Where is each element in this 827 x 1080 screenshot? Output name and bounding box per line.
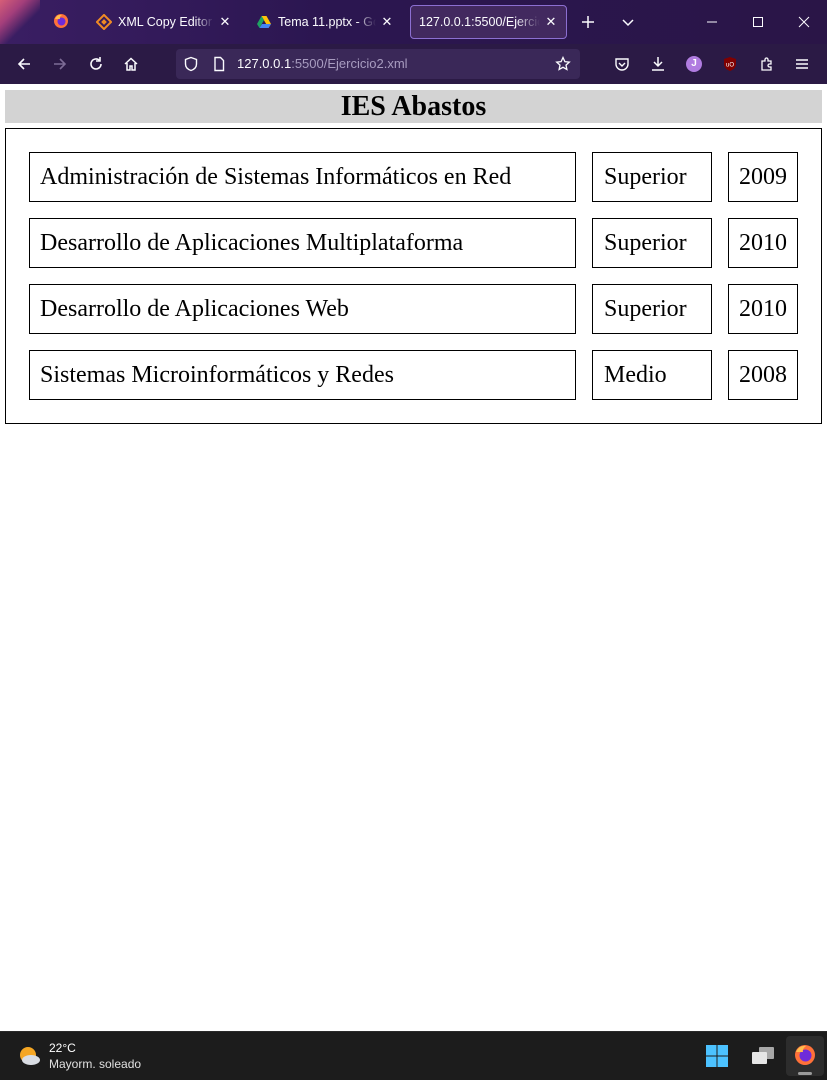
close-window-button[interactable] [788,8,820,36]
arrow-left-icon [17,58,30,70]
cycle-level-cell: Medio [592,350,712,400]
tab-google-drive[interactable]: Tema 11.pptx - Goo ✕ [248,5,402,39]
tab-bar: XML Copy Editor de ✕ Tema 11.pptx - Goo … [0,0,827,44]
home-icon [124,57,138,71]
cycle-name-cell: Administración de Sistemas Informáticos … [29,152,576,202]
close-icon[interactable]: ✕ [380,14,394,30]
tracking-protection-shield-icon[interactable] [179,52,203,76]
pinned-tab-firefox[interactable] [46,5,76,39]
extensions-button[interactable] [755,52,779,76]
star-icon [555,56,571,71]
firefox-icon [795,1045,815,1065]
home-button[interactable] [119,52,143,76]
windows-taskbar: 22°C Mayorm. soleado [0,1031,827,1080]
task-view-button[interactable] [750,1044,776,1068]
app-menu-button[interactable] [790,52,814,76]
chevron-down-icon [622,19,634,27]
weather-description[interactable]: Mayorm. soleado [49,1057,141,1071]
arrow-right-icon [54,58,67,70]
tabbar-decoration [0,0,40,44]
cycle-year-cell: 2010 [728,284,798,334]
start-button[interactable] [705,1044,729,1068]
profile-initial: J [691,58,697,69]
task-view-icon [752,1047,774,1064]
hamburger-menu-icon [796,59,808,69]
running-indicator [798,1072,812,1075]
ublock-origin-button[interactable]: uO [718,52,742,76]
maximize-icon [753,17,763,27]
google-drive-icon [256,14,272,30]
profile-button[interactable]: J [682,52,706,76]
partly-sunny-icon [20,1047,40,1065]
url-host: 127.0.0.1 [237,56,292,71]
ublock-origin-icon: uO [724,57,736,71]
maximize-button[interactable] [742,8,774,36]
cycle-year-cell: 2008 [728,350,798,400]
cycle-name-cell: Desarrollo de Aplicaciones Multiplatafor… [29,218,576,268]
xml-copy-editor-icon [96,14,112,30]
page-title: IES Abastos [5,90,822,123]
plus-icon [582,16,594,28]
tab-ejercicio2[interactable]: 127.0.0.1:5500/Ejercicio2 ✕ [410,5,567,39]
tab-title: Tema 11.pptx - Goo [278,15,376,29]
pocket-button[interactable] [610,52,634,76]
list-all-tabs-button[interactable] [616,10,640,34]
tab-xml-copy-editor[interactable]: XML Copy Editor de ✕ [88,5,240,39]
address-bar[interactable]: 127.0.0.1:5500/Ejercicio2.xml [176,49,580,79]
reload-icon [90,57,102,70]
cycle-year-cell: 2009 [728,152,798,202]
windows-logo-icon [706,1045,728,1067]
tab-title: XML Copy Editor de [118,15,214,29]
minimize-button[interactable] [696,8,728,36]
close-icon[interactable]: ✕ [218,14,232,30]
cycle-name-cell: Sistemas Microinformáticos y Redes [29,350,576,400]
svg-text:uO: uO [726,63,734,69]
tab-title: 127.0.0.1:5500/Ejercicio2 [419,15,540,29]
puzzle-piece-icon [761,57,772,71]
pocket-icon [615,58,629,71]
navigation-toolbar: 127.0.0.1:5500/Ejercicio2.xml J uO [0,44,827,84]
cycle-level-cell: Superior [592,218,712,268]
bookmark-star-button[interactable] [551,52,575,76]
minimize-icon [707,21,717,23]
url-path: :5500/Ejercicio2.xml [291,56,408,71]
taskbar-firefox-button[interactable] [786,1036,824,1076]
cycle-level-cell: Superior [592,284,712,334]
cycle-level-cell: Superior [592,152,712,202]
forward-button[interactable] [48,52,72,76]
download-icon [652,57,664,71]
new-tab-button[interactable] [576,10,600,34]
url-text: 127.0.0.1:5500/Ejercicio2.xml [237,56,408,71]
reload-button[interactable] [84,52,108,76]
close-icon[interactable]: ✕ [544,14,558,30]
weather-widget[interactable] [16,1043,42,1069]
weather-temperature[interactable]: 22°C [49,1041,76,1055]
page-info-icon[interactable] [207,52,231,76]
cycle-name-cell: Desarrollo de Aplicaciones Web [29,284,576,334]
downloads-button[interactable] [646,52,670,76]
back-button[interactable] [12,52,36,76]
firefox-icon [53,13,69,32]
cycle-year-cell: 2010 [728,218,798,268]
close-icon [798,16,810,28]
